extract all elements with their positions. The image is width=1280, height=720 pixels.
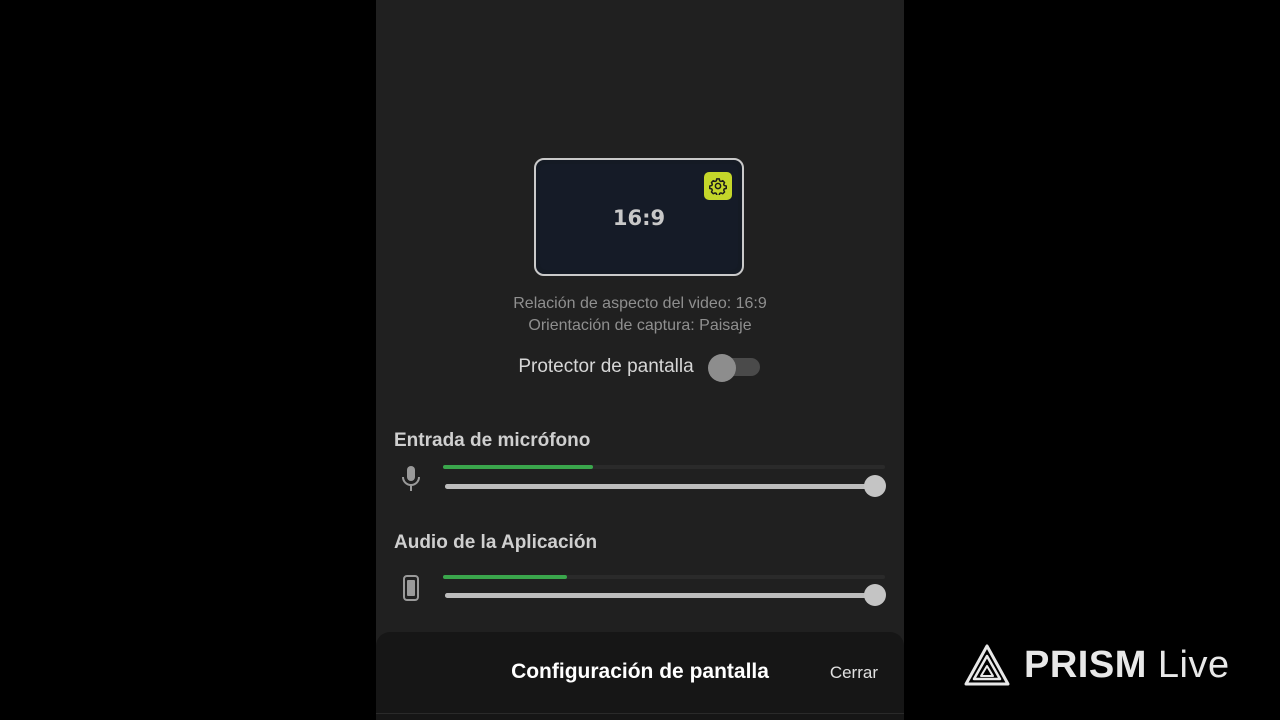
microphone-volume-thumb[interactable]: [864, 475, 886, 497]
app-audio-level-meter: [443, 575, 885, 579]
screen-protector-row: Protector de pantalla: [376, 352, 904, 382]
bottom-sheet: Configuración de pantalla Cerrar: [376, 632, 904, 720]
app-audio-volume-fill: [445, 593, 875, 598]
screen-protector-toggle[interactable]: [707, 354, 762, 382]
microphone-section-title: Entrada de micrófono: [394, 430, 591, 451]
capture-orientation-info: Orientación de captura: Paisaje: [528, 317, 752, 334]
microphone-level-fill: [443, 465, 594, 469]
phone-screen: 16:9 Relación de aspecto del video: 16:9…: [376, 0, 904, 720]
prism-live-watermark: PRISM Live: [964, 642, 1230, 688]
watermark-brand-bold: PRISM: [1024, 643, 1147, 686]
app-audio-section-title: Audio de la Aplicación: [394, 532, 598, 553]
microphone-level-meter: [443, 465, 885, 469]
app-audio-volume-slider[interactable]: [445, 584, 886, 606]
gear-icon: [709, 178, 727, 195]
sheet-divider: [376, 713, 904, 714]
app-audio-level-fill: [443, 575, 567, 579]
prism-triangle-icon: [964, 644, 1010, 686]
close-button[interactable]: Cerrar: [830, 663, 878, 683]
aspect-preview-card[interactable]: 16:9: [534, 158, 744, 276]
app-audio-volume-thumb[interactable]: [864, 584, 886, 606]
video-frame: 16:9 Relación de aspecto del video: 16:9…: [0, 0, 1280, 720]
toggle-knob: [707, 354, 736, 382]
preview-ratio-label: 16:9: [612, 206, 666, 230]
screen-protector-label: Protector de pantalla: [518, 356, 694, 377]
sheet-title: Configuración de pantalla: [511, 660, 769, 683]
watermark-brand-light: Live: [1157, 643, 1230, 686]
microphone-volume-slider[interactable]: [445, 475, 886, 497]
phone-icon: [398, 573, 424, 603]
microphone-icon: [398, 464, 424, 494]
watermark-text: PRISM Live: [1024, 644, 1230, 687]
microphone-volume-fill: [445, 484, 875, 489]
preview-settings-button[interactable]: [704, 172, 732, 200]
aspect-ratio-info: Relación de aspecto del video: 16:9: [513, 295, 767, 312]
